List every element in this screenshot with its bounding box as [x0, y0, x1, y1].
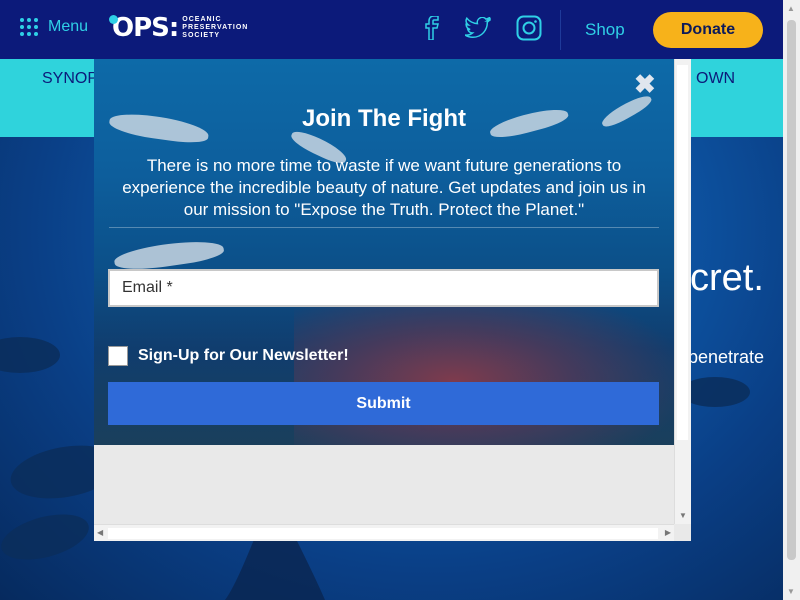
- newsletter-checkbox[interactable]: [108, 346, 128, 366]
- menu-label: Menu: [48, 18, 89, 35]
- subnav-item-synopsis[interactable]: SYNOP: [42, 70, 98, 88]
- newsletter-checkbox-row[interactable]: Sign-Up for Our Newsletter!: [108, 346, 349, 366]
- hero-body-text: penetrate: [688, 347, 765, 367]
- scroll-right-icon[interactable]: ▶: [665, 528, 671, 537]
- twitter-icon[interactable]: [464, 14, 492, 42]
- scroll-up-icon[interactable]: ▲: [787, 4, 795, 13]
- modal-horizontal-scrollbar[interactable]: ◀ ▶: [94, 524, 674, 541]
- scroll-down-icon[interactable]: ▼: [787, 587, 795, 596]
- newsletter-label[interactable]: Sign-Up for Our Newsletter!: [138, 347, 349, 365]
- donate-button[interactable]: Donate: [653, 12, 763, 48]
- shop-link[interactable]: Shop: [585, 20, 625, 40]
- grid-menu-icon: [20, 18, 38, 36]
- signup-popup-frame: ✖ Join The Fight There is no more time t…: [94, 59, 691, 541]
- top-navigation: Menu OPS: OCEANIC PRESERVATION SOCIETY S…: [0, 0, 783, 59]
- signup-modal: ✖ Join The Fight There is no more time t…: [94, 59, 674, 445]
- dolphin-image: [0, 506, 94, 568]
- email-field[interactable]: Email *: [108, 269, 659, 307]
- instagram-icon[interactable]: [515, 14, 543, 42]
- submit-button[interactable]: Submit: [108, 382, 659, 425]
- modal-hscroll-thumb[interactable]: [108, 528, 658, 539]
- scroll-down-icon[interactable]: ▼: [679, 511, 687, 520]
- logo-subtitle: OCEANIC PRESERVATION SOCIETY: [182, 16, 249, 39]
- modal-vertical-scrollbar[interactable]: ▼: [674, 59, 691, 524]
- modal-vscroll-thumb[interactable]: [677, 65, 688, 440]
- nav-divider: [560, 10, 561, 50]
- scrollbar-thumb[interactable]: [787, 20, 796, 560]
- dolphin-image: [0, 337, 60, 373]
- menu-button[interactable]: Menu: [20, 18, 88, 36]
- page-scrollbar[interactable]: ▲ ▼: [783, 0, 800, 600]
- ops-logo[interactable]: OPS: OCEANIC PRESERVATION SOCIETY: [109, 13, 252, 43]
- modal-title: Join The Fight: [302, 105, 466, 132]
- modal-divider: [109, 227, 659, 228]
- modal-description: There is no more time to waste if we wan…: [122, 156, 646, 219]
- scroll-left-icon[interactable]: ◀: [97, 528, 103, 537]
- logo-mark: OPS:: [109, 13, 179, 43]
- facebook-icon[interactable]: [418, 14, 446, 42]
- logo-dot-icon: [109, 15, 118, 24]
- close-icon[interactable]: ✖: [634, 69, 656, 100]
- hero-headline: cret.: [690, 257, 764, 299]
- shark-image: [113, 236, 225, 274]
